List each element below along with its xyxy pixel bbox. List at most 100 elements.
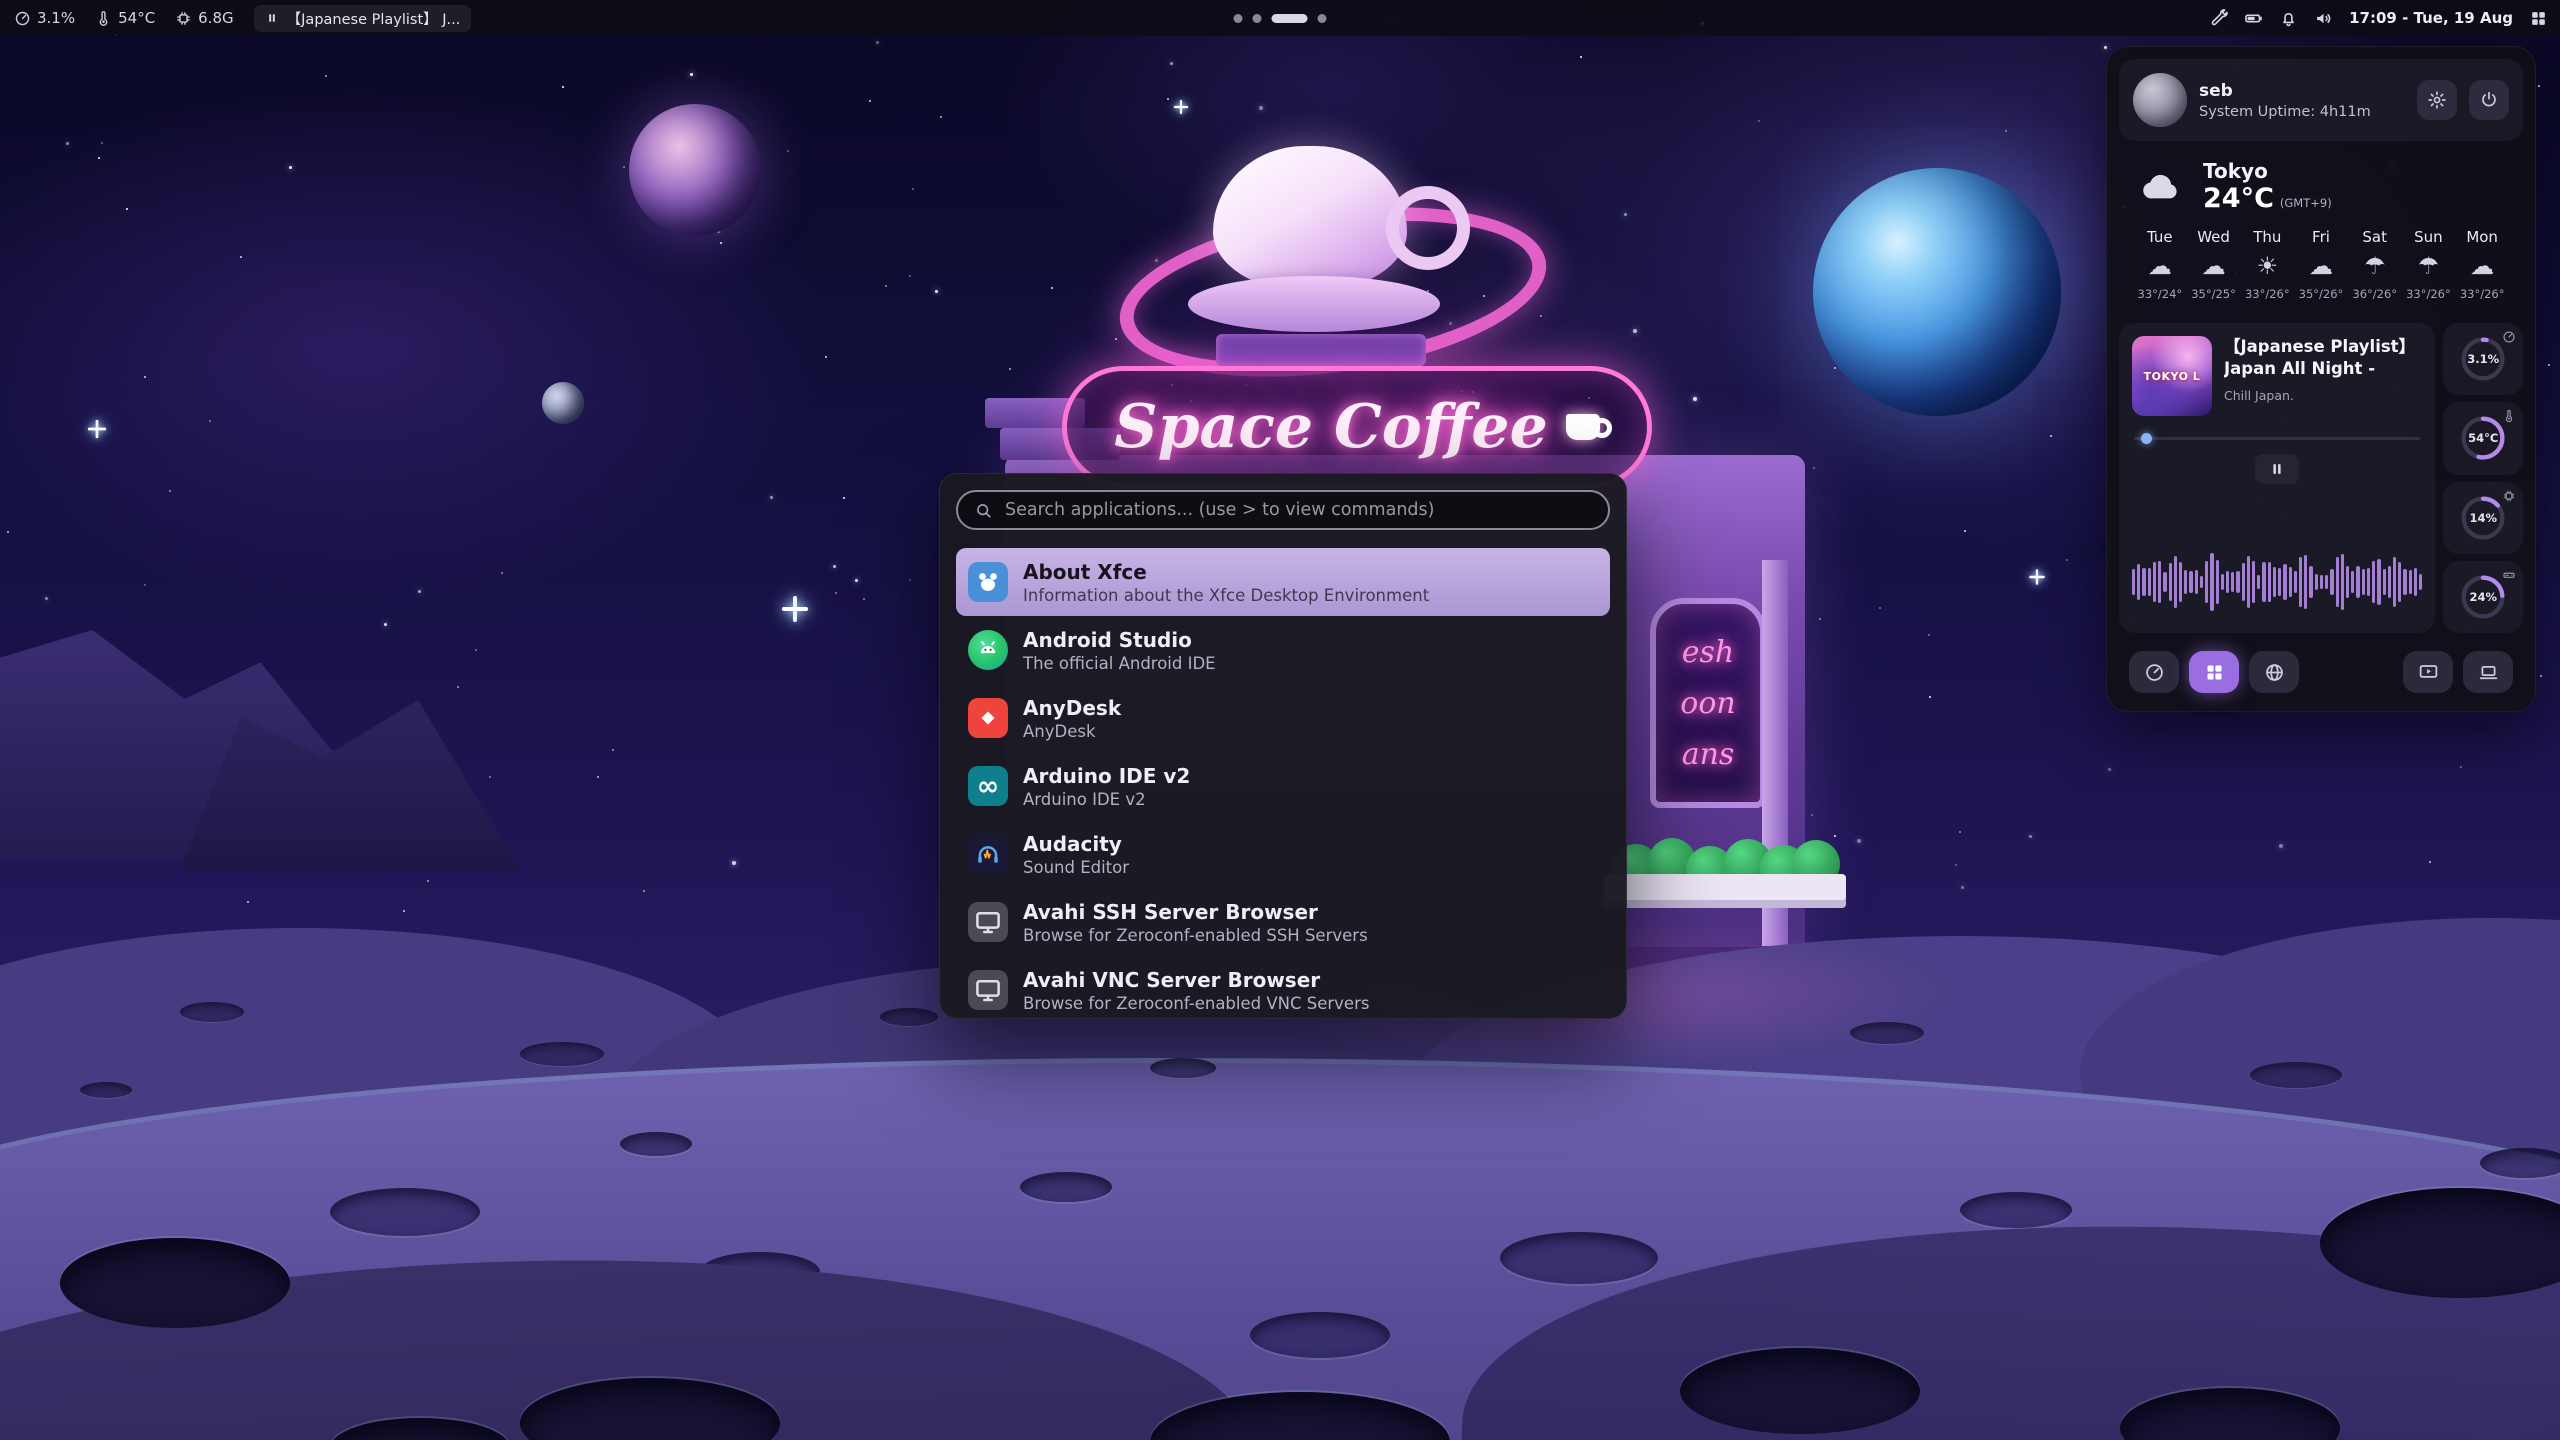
cpu-value: 3.1% bbox=[37, 9, 75, 27]
purple-planet bbox=[629, 104, 761, 236]
workspace-dot-3[interactable] bbox=[1272, 14, 1308, 23]
laptop-button[interactable] bbox=[2463, 651, 2513, 693]
gear-icon bbox=[2427, 90, 2447, 110]
weather-forecast: Tue☁33°/24°Wed☁35°/25°Thu☀33°/26°Fri☁35°… bbox=[2133, 228, 2509, 301]
display-button[interactable] bbox=[2403, 651, 2453, 693]
app-row-avahi-ssh-server-browser[interactable]: Avahi SSH Server BrowserBrowse for Zeroc… bbox=[956, 888, 1610, 956]
power-button[interactable] bbox=[2469, 80, 2509, 120]
app-row-avahi-vnc-server-browser[interactable]: Avahi VNC Server BrowserBrowse for Zeroc… bbox=[956, 956, 1610, 1024]
system-uptime: System Uptime: 4h11m bbox=[2199, 104, 2371, 120]
app-row-about-xfce[interactable]: About XfceInformation about the Xfce Des… bbox=[956, 548, 1610, 616]
sun-weather-icon: ☀ bbox=[2240, 254, 2294, 278]
top-bar: 3.1% 54°C 6.8G 【Japanese Playlist】 J... … bbox=[0, 0, 2560, 36]
workspace-dot-1[interactable] bbox=[1234, 14, 1243, 23]
gauge-value: 3.1% bbox=[2467, 352, 2499, 366]
small-moon bbox=[542, 382, 584, 424]
pause-icon bbox=[2268, 460, 2286, 478]
workspace-indicator bbox=[1234, 14, 1327, 23]
avahi-icon bbox=[968, 902, 1008, 942]
memory-value: 6.8G bbox=[198, 9, 233, 27]
workspace-dot-2[interactable] bbox=[1253, 14, 1262, 23]
search-icon bbox=[974, 501, 993, 520]
audio-waveform bbox=[2132, 545, 2422, 619]
search-input[interactable] bbox=[1003, 499, 1592, 521]
media-widget-title: 【Japanese Playlist】 J... bbox=[287, 8, 461, 29]
drive-icon bbox=[2502, 567, 2516, 581]
rain-weather-icon: ☂ bbox=[2348, 254, 2402, 278]
app-title: Android Studio bbox=[1023, 628, 1216, 652]
app-description: The official Android IDE bbox=[1023, 654, 1216, 673]
network-button[interactable] bbox=[2249, 651, 2299, 693]
cup-saucer bbox=[1188, 276, 1440, 332]
app-title: Audacity bbox=[1023, 832, 1129, 856]
system-gauge-gauge: 3.1% bbox=[2443, 323, 2523, 395]
cpu-indicator[interactable]: 3.1% bbox=[14, 9, 75, 27]
app-description: AnyDesk bbox=[1023, 722, 1121, 741]
user-card: seb System Uptime: 4h11m bbox=[2119, 59, 2523, 141]
apps-button[interactable] bbox=[2189, 651, 2239, 693]
sign-cup-icon bbox=[1566, 414, 1600, 440]
earth-planet bbox=[1813, 168, 2061, 416]
gauge-icon bbox=[2502, 329, 2516, 343]
rain-weather-icon: ☂ bbox=[2402, 254, 2456, 278]
app-row-arduino-ide-v2[interactable]: ∞Arduino IDE v2Arduino IDE v2 bbox=[956, 752, 1610, 820]
power-icon bbox=[2479, 90, 2499, 110]
memory-indicator[interactable]: 6.8G bbox=[175, 9, 233, 27]
app-title: Avahi SSH Server Browser bbox=[1023, 900, 1368, 924]
temperature-value: 54°C bbox=[118, 9, 155, 27]
temperature-indicator[interactable]: 54°C bbox=[95, 9, 155, 27]
volume-icon[interactable] bbox=[2314, 9, 2333, 28]
cloud-weather-icon: ☁ bbox=[2133, 254, 2187, 278]
notifications-icon[interactable] bbox=[2279, 9, 2298, 28]
battery-icon[interactable] bbox=[2244, 9, 2263, 28]
cpu-gauge-icon bbox=[14, 10, 31, 27]
avahi-icon bbox=[968, 970, 1008, 1010]
media-player-card: TOKYO L 【Japanese Playlist】 Japan All Ni… bbox=[2119, 323, 2435, 633]
topbar-media-widget[interactable]: 【Japanese Playlist】 J... bbox=[254, 5, 472, 32]
laptop-icon bbox=[2478, 662, 2499, 683]
sign-support bbox=[1216, 334, 1426, 366]
media-subtitle: Chill Japan. bbox=[2224, 388, 2422, 403]
app-title: Arduino IDE v2 bbox=[1023, 764, 1190, 788]
pause-button[interactable] bbox=[2255, 454, 2299, 484]
globe-icon bbox=[2264, 662, 2285, 683]
dashboard-button[interactable] bbox=[2129, 651, 2179, 693]
album-art: TOKYO L bbox=[2132, 336, 2212, 416]
sparkle-star bbox=[782, 596, 808, 622]
album-art-label: TOKYO L bbox=[2132, 370, 2212, 383]
settings-button[interactable] bbox=[2417, 80, 2457, 120]
apps-grid-icon bbox=[2204, 662, 2225, 683]
app-title: AnyDesk bbox=[1023, 696, 1121, 720]
media-title: 【Japanese Playlist】 Japan All Night - To… bbox=[2224, 336, 2422, 382]
sparkle-star bbox=[88, 420, 106, 438]
sign-text: Space Coffee bbox=[1114, 392, 1548, 462]
gauge-value: 54°C bbox=[2468, 431, 2498, 445]
chip-icon bbox=[2502, 488, 2516, 502]
app-description: Information about the Xfce Desktop Envir… bbox=[1023, 586, 1429, 605]
workspace-dot-4[interactable] bbox=[1318, 14, 1327, 23]
tools-icon[interactable] bbox=[2209, 9, 2228, 28]
app-row-audacity[interactable]: AudacitySound Editor bbox=[956, 820, 1610, 888]
coffee-cup-sculpture bbox=[1213, 146, 1407, 292]
forecast-day-tue: Tue☁33°/24° bbox=[2133, 228, 2187, 301]
progress-track bbox=[2134, 437, 2420, 440]
search-bar[interactable] bbox=[956, 490, 1610, 530]
forecast-day-sat: Sat☂36°/26° bbox=[2348, 228, 2402, 301]
app-row-android-studio[interactable]: Android Studio The official Android IDE bbox=[956, 616, 1610, 684]
app-list: About XfceInformation about the Xfce Des… bbox=[956, 548, 1610, 1024]
gauge-value: 24% bbox=[2469, 590, 2497, 604]
neon-window-text: oon bbox=[1680, 681, 1735, 726]
forecast-day-wed: Wed☁35°/25° bbox=[2187, 228, 2241, 301]
clock[interactable]: 17:09 - Tue, 19 Aug bbox=[2349, 9, 2513, 27]
app-grid-icon[interactable] bbox=[2529, 9, 2548, 28]
media-progress-slider[interactable] bbox=[2132, 432, 2422, 444]
app-launcher: About XfceInformation about the Xfce Des… bbox=[939, 473, 1627, 1019]
cloud-weather-icon: ☁ bbox=[2187, 254, 2241, 278]
planter bbox=[1604, 874, 1846, 908]
app-row-anydesk[interactable]: AnyDesk AnyDesk bbox=[956, 684, 1610, 752]
media-section: TOKYO L 【Japanese Playlist】 Japan All Ni… bbox=[2119, 323, 2523, 633]
shop-window: eshoonans bbox=[1650, 598, 1766, 808]
cloud-icon bbox=[2133, 166, 2189, 208]
system-gauge-thermo: 54°C bbox=[2443, 402, 2523, 474]
progress-knob[interactable] bbox=[2141, 433, 2152, 444]
